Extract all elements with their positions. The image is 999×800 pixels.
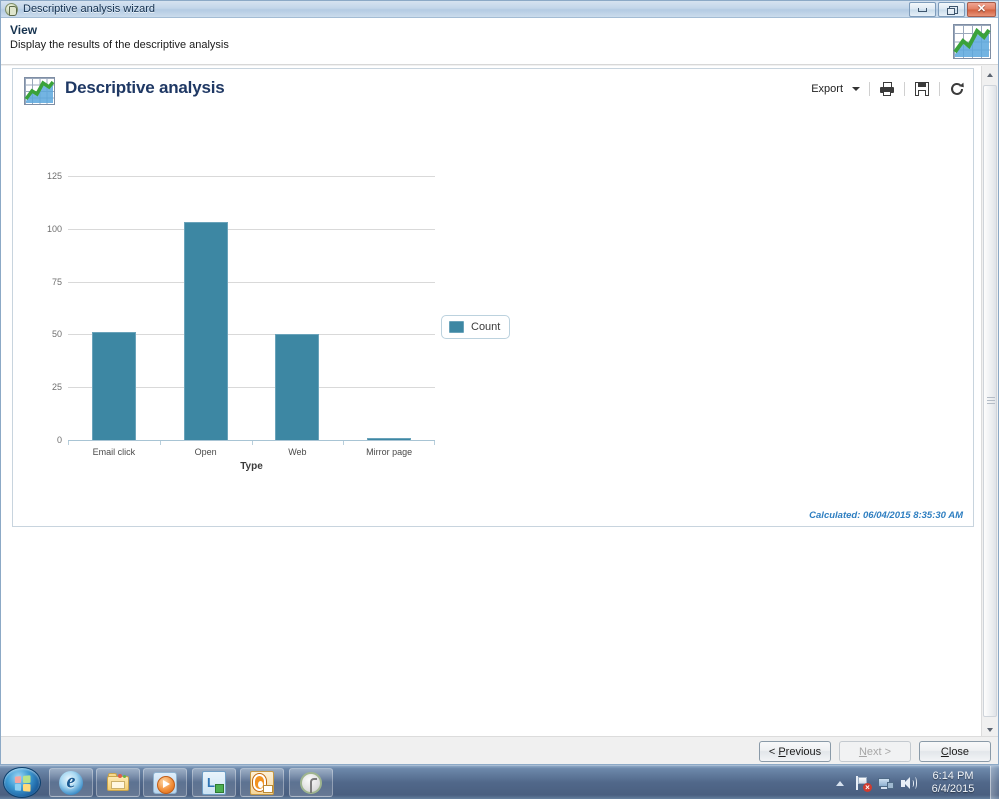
internet-explorer-icon bbox=[59, 770, 83, 795]
clock-date: 6/4/2015 bbox=[931, 783, 975, 795]
x-axis-tick-label: Mirror page bbox=[366, 447, 413, 457]
chevron-down-icon[interactable] bbox=[852, 87, 860, 91]
triangle-up-icon bbox=[987, 72, 993, 77]
window-title: Descriptive analysis wizard bbox=[23, 3, 156, 15]
next-button-label: Next > bbox=[858, 745, 892, 758]
taskbar-item-media-player[interactable] bbox=[143, 768, 187, 797]
plot-area: 0 25 50 75 100 125 Email click Open Web Mirror pa… bbox=[47, 171, 435, 457]
gridline bbox=[68, 281, 435, 283]
scroll-up-button[interactable] bbox=[982, 66, 998, 83]
x-axis-tick-label: Web bbox=[288, 447, 307, 457]
gridline bbox=[68, 176, 435, 177]
speaker-icon[interactable] bbox=[900, 775, 917, 792]
bar-chart: 0 25 50 75 100 125 Email click Open Web Mirror pa… bbox=[13, 113, 975, 483]
scrollbar-thumb[interactable] bbox=[983, 85, 997, 717]
minimize-button[interactable] bbox=[909, 2, 936, 17]
network-icon[interactable] bbox=[877, 775, 894, 792]
report-header: Descriptive analysis Export bbox=[13, 69, 973, 113]
previous-button[interactable]: < Previous bbox=[759, 741, 831, 762]
content-area: Descriptive analysis Export 0 25 50 75 1… bbox=[1, 66, 998, 738]
chart-legend: Count bbox=[441, 315, 511, 339]
taskbar-item-outlook[interactable] bbox=[240, 768, 284, 797]
x-axis-tick-label: Email click bbox=[92, 447, 136, 457]
footer-buttons: < Previous Next > Close bbox=[759, 741, 991, 762]
chart-grid-icon bbox=[24, 77, 55, 105]
toolbar-divider bbox=[939, 82, 940, 96]
taskbar-item-windows-explorer[interactable] bbox=[96, 768, 140, 797]
report-card: Descriptive analysis Export 0 25 50 75 1… bbox=[12, 68, 974, 527]
x-axis-tick bbox=[251, 441, 253, 445]
flag-alert-icon[interactable]: × bbox=[854, 775, 872, 792]
taskbar: L × 6:14 PM 6/4/2015 bbox=[0, 765, 999, 800]
bar[interactable] bbox=[367, 437, 412, 440]
gridline bbox=[68, 228, 435, 230]
vertical-scrollbar[interactable] bbox=[981, 66, 998, 738]
lync-icon: L bbox=[202, 770, 226, 795]
x-axis-tick bbox=[343, 441, 345, 445]
report-title: Descriptive analysis bbox=[65, 78, 225, 97]
folder-icon bbox=[106, 771, 130, 795]
previous-button-label: < Previous bbox=[768, 745, 822, 758]
minimize-icon bbox=[918, 7, 927, 12]
report-toolbar: Export bbox=[811, 79, 965, 99]
x-axis-tick bbox=[159, 441, 161, 445]
maximize-button[interactable] bbox=[938, 2, 965, 17]
chart-grid-icon bbox=[953, 24, 991, 59]
calculated-timestamp: Calculated: 06/04/2015 8:35:30 AM bbox=[809, 510, 963, 521]
export-button[interactable]: Export bbox=[811, 83, 843, 95]
system-tray: × 6:14 PM 6/4/2015 bbox=[829, 766, 999, 800]
wizard-header: View Display the results of the descript… bbox=[1, 18, 998, 65]
x-axis-title: Type bbox=[240, 461, 263, 472]
legend-swatch bbox=[449, 321, 464, 333]
chart-glyph bbox=[953, 27, 991, 57]
scrollbar-grip bbox=[987, 397, 995, 405]
app-wizard-icon bbox=[5, 2, 18, 16]
x-axis-tick bbox=[434, 441, 435, 445]
chart-glyph bbox=[24, 80, 55, 103]
taskbar-item-app-circle[interactable] bbox=[289, 768, 333, 797]
next-button[interactable]: Next > bbox=[839, 741, 911, 762]
start-orb-icon[interactable] bbox=[3, 767, 41, 798]
media-player-icon bbox=[153, 771, 177, 795]
y-axis-tick-label: 0 bbox=[56, 435, 62, 445]
circle-app-icon bbox=[299, 771, 323, 795]
title-bar: Descriptive analysis wizard ✕ bbox=[1, 1, 998, 18]
y-axis-tick-label: 25 bbox=[51, 382, 62, 393]
maximize-icon bbox=[947, 5, 958, 15]
y-axis-tick-label: 100 bbox=[46, 223, 62, 234]
page-title: View bbox=[10, 23, 38, 37]
x-axis-tick bbox=[68, 441, 69, 445]
toolbar-divider bbox=[869, 82, 870, 96]
close-icon: ✕ bbox=[976, 3, 987, 15]
y-axis-tick-label: 75 bbox=[51, 276, 62, 287]
close-button[interactable]: ✕ bbox=[967, 2, 996, 17]
x-axis-tick-label: Open bbox=[194, 447, 217, 457]
refresh-icon[interactable] bbox=[949, 81, 965, 97]
clock-time: 6:14 PM bbox=[932, 770, 974, 782]
clock[interactable]: 6:14 PM 6/4/2015 bbox=[924, 770, 982, 796]
printer-icon[interactable] bbox=[879, 81, 895, 97]
outlook-icon bbox=[250, 770, 274, 795]
save-disk-icon[interactable] bbox=[914, 81, 930, 97]
close-wizard-button-label: Close bbox=[940, 745, 970, 758]
bar[interactable] bbox=[183, 222, 228, 440]
wizard-footer: < Previous Next > Close bbox=[1, 736, 998, 764]
triangle-up-icon[interactable] bbox=[836, 780, 844, 786]
wizard-window: Descriptive analysis wizard ✕ View Displ… bbox=[0, 0, 999, 765]
close-wizard-button[interactable]: Close bbox=[919, 741, 991, 762]
show-desktop-button[interactable] bbox=[990, 766, 999, 800]
bar[interactable] bbox=[91, 332, 136, 440]
y-axis-tick-label: 125 bbox=[46, 171, 62, 181]
page-subtitle: Display the results of the descriptive a… bbox=[10, 39, 229, 51]
window-buttons: ✕ bbox=[909, 2, 996, 17]
legend-label: Count bbox=[471, 321, 501, 333]
taskbar-item-lync[interactable]: L bbox=[192, 768, 236, 797]
triangle-down-icon bbox=[987, 727, 993, 732]
bar[interactable] bbox=[275, 334, 320, 440]
toolbar-divider bbox=[904, 82, 905, 96]
y-axis-tick-label: 50 bbox=[51, 329, 62, 340]
taskbar-item-internet-explorer[interactable] bbox=[49, 768, 93, 797]
